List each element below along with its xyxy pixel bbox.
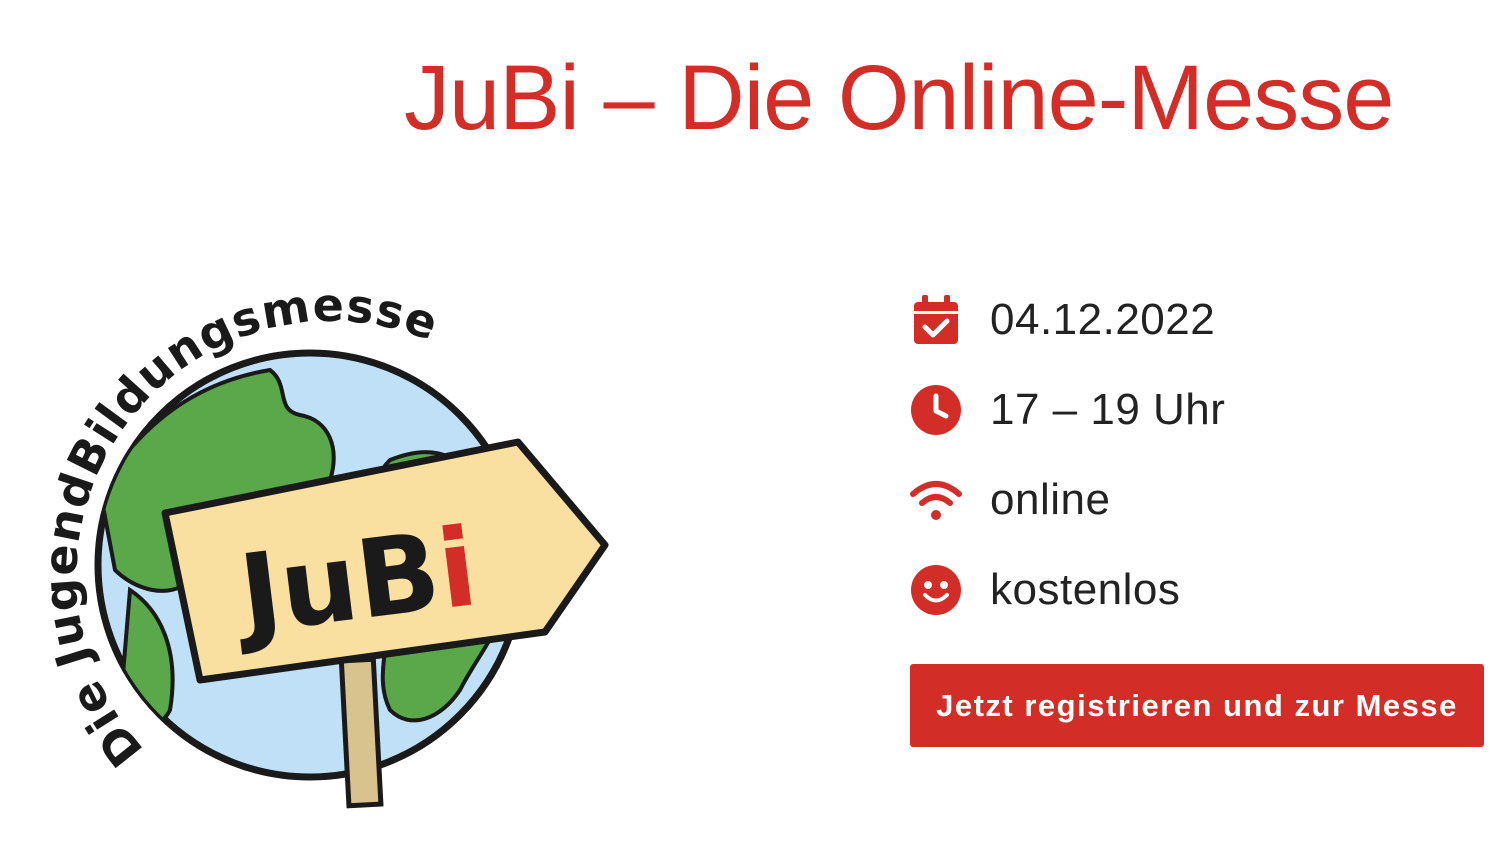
event-price: kostenlos <box>990 565 1181 614</box>
event-location: online <box>990 475 1111 524</box>
event-time-row: 17 – 19 Uhr <box>908 365 1488 455</box>
wifi-icon <box>908 472 964 528</box>
register-button[interactable]: Jetzt registrieren und zur Messe <box>910 664 1484 747</box>
smiley-icon <box>908 562 964 618</box>
page-title: JuBi – Die Online-Messe <box>404 47 1394 149</box>
page: JuBi – Die Online-Messe JuBi Die Ju ndBi… <box>0 0 1508 849</box>
event-info-list: 04.12.2022 17 – 19 Uhr online kostenlos <box>908 275 1488 635</box>
event-location-row: online <box>908 455 1488 545</box>
jubi-logo: JuBi Die JugendBildungsmesse <box>33 278 630 830</box>
event-date-row: 04.12.2022 <box>908 275 1488 365</box>
event-date: 04.12.2022 <box>990 295 1216 344</box>
sign-post <box>338 656 384 809</box>
clock-icon <box>908 382 964 438</box>
event-price-row: kostenlos <box>908 545 1488 635</box>
logo-graphic: JuBi Die JugendBildungsmesse <box>33 278 609 809</box>
event-time: 17 – 19 Uhr <box>990 385 1226 434</box>
calendar-check-icon <box>908 292 964 348</box>
